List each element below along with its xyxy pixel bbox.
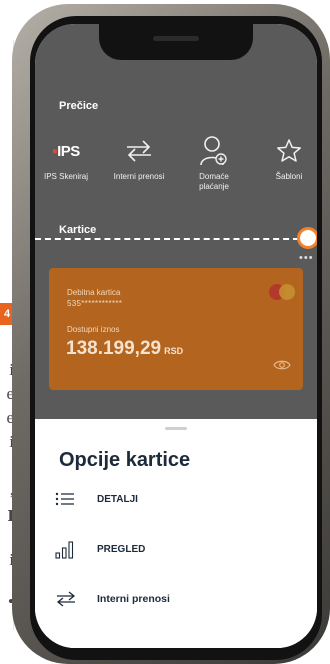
debit-card[interactable]: Debitna kartica 535************ Dostupni… [49, 268, 303, 390]
option-overview[interactable]: PREGLED [55, 537, 305, 561]
card-options-sheet: Opcije kartice DETALJI PREGLED Interni p… [35, 419, 317, 648]
cards-title: Kartice [59, 224, 97, 236]
card-more-button[interactable]: ••• [299, 252, 314, 264]
highlight-ring-marker [297, 227, 317, 249]
eye-icon[interactable] [273, 358, 291, 376]
sheet-drag-handle[interactable] [165, 427, 187, 430]
option-details[interactable]: DETALJI [55, 487, 305, 511]
shortcut-label: Domaće plaćanje [199, 172, 229, 191]
star-icon [254, 134, 317, 168]
app-dimmed-background: Prečice ▪IPS IPS Skeniraj Interni prenos… [35, 24, 317, 419]
shortcut-label: Interni prenosi [113, 172, 165, 181]
option-internal-transfers[interactable]: Interni prenosi [55, 587, 305, 611]
highlight-dashed-line [35, 238, 299, 240]
option-label: PREGLED [97, 543, 146, 555]
shortcut-templates[interactable]: Šabloni [254, 134, 317, 182]
shortcut-label: Šabloni [275, 172, 303, 181]
notch-speaker [153, 36, 199, 41]
ips-icon: ▪IPS [52, 142, 80, 160]
option-label: Interni prenosi [97, 593, 170, 605]
phone-screen: Prečice ▪IPS IPS Skeniraj Interni prenos… [35, 24, 317, 648]
shortcuts-title: Prečice [59, 100, 99, 112]
shortcut-label: IPS Skeniraj [43, 172, 89, 181]
sheet-title: Opcije kartice [59, 449, 191, 471]
shortcuts-row: ▪IPS IPS Skeniraj Interni prenosi Domaće… [35, 134, 317, 194]
user-add-icon [179, 134, 249, 168]
shortcut-domestic-payment[interactable]: Domaće plaćanje [179, 134, 249, 192]
phone-notch [99, 24, 253, 60]
shortcut-ips-scan[interactable]: ▪IPS IPS Skeniraj [35, 134, 101, 182]
balance-amount: 138.199,29 RSD [66, 338, 183, 360]
transfer-arrows-icon [55, 588, 81, 610]
card-name: Debitna kartica [67, 288, 121, 297]
transfer-arrows-icon [104, 134, 174, 168]
card-number: 535************ [67, 299, 123, 308]
shortcut-internal-transfers[interactable]: Interni prenosi [104, 134, 174, 182]
balance-value: 138.199,29 [66, 338, 162, 359]
mastercard-icon [269, 284, 297, 300]
option-label: DETALJI [97, 493, 138, 505]
bar-chart-icon [55, 538, 81, 560]
list-icon [55, 488, 81, 510]
balance-currency: RSD [164, 346, 184, 356]
balance-label: Dostupni iznos [67, 325, 120, 334]
